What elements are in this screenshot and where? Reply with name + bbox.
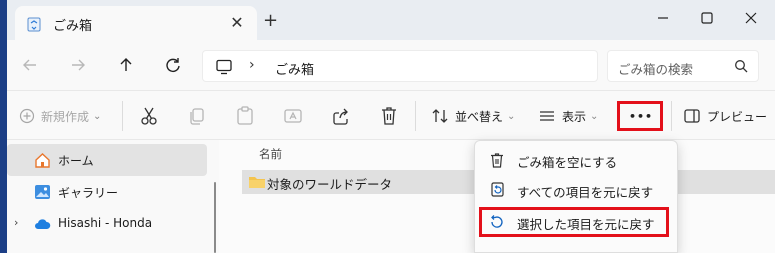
new-button[interactable]: 新規作成 ⌄: [19, 105, 101, 127]
recycle-bin-icon: [27, 17, 41, 32]
plus-circle-icon: [19, 108, 35, 124]
new-label: 新規作成: [41, 109, 90, 124]
tab-title: ごみ箱: [53, 19, 93, 34]
path-segment[interactable]: ごみ箱: [275, 59, 314, 78]
refresh-icon[interactable]: [162, 54, 184, 76]
minimize-icon[interactable]: [653, 8, 673, 28]
menu-item-restore-all[interactable]: すべての項目を元に戻す: [479, 175, 673, 205]
tab-recycle-bin[interactable]: ごみ箱 ✕: [15, 6, 257, 40]
sidebar-item-home[interactable]: ホーム: [7, 144, 207, 176]
sidebar-item-label: ギャラリー: [58, 186, 119, 200]
cloud-icon: [35, 219, 51, 229]
sidebar-item-label: Hisashi - Honda: [58, 216, 153, 230]
chevron-right-icon[interactable]: ›: [14, 216, 18, 229]
share-icon[interactable]: [331, 105, 351, 127]
maximize-icon[interactable]: [697, 8, 717, 28]
new-tab-icon[interactable]: +: [263, 12, 278, 30]
folder-icon: [249, 177, 265, 188]
chevron-down-icon: ⌄: [590, 110, 599, 122]
file-explorer-window: ごみ箱 ✕ + › ごみ箱 ごみ箱の検索 新規作成 ⌄ 並べ替え ⌄ 表示 ⌄ …: [7, 0, 775, 253]
sidebar-item-label: ホーム: [58, 154, 94, 168]
trash-icon: [491, 153, 503, 168]
menu-item-label: すべての項目を元に戻す: [517, 185, 654, 200]
view-label: 表示: [562, 109, 587, 124]
command-bar: 新規作成 ⌄ 並べ替え ⌄ 表示 ⌄ ••• プレビュー: [7, 90, 775, 140]
copy-icon[interactable]: [187, 105, 207, 127]
path-box[interactable]: › ごみ箱: [202, 50, 598, 82]
search-icon: [735, 60, 748, 73]
forward-arrow-icon[interactable]: [67, 54, 89, 76]
close-tab-icon[interactable]: ✕: [228, 14, 246, 32]
address-bar: › ごみ箱 ごみ箱の検索: [7, 40, 775, 90]
sort-label: 並べ替え: [455, 109, 504, 124]
back-arrow-icon[interactable]: [19, 54, 41, 76]
gallery-icon: [35, 185, 50, 199]
toolbar-divider: [122, 101, 123, 131]
sidebar-item-onedrive[interactable]: › Hisashi - Honda: [7, 208, 207, 240]
toolbar-divider: [671, 101, 672, 131]
preview-button[interactable]: プレビュー: [683, 105, 767, 127]
menu-item-empty-recycle-bin[interactable]: ごみ箱を空にする: [479, 145, 673, 175]
preview-pane-icon: [684, 109, 700, 123]
view-button[interactable]: 表示 ⌄: [538, 105, 598, 127]
toolbar-divider: [415, 101, 416, 131]
navigation-pane: ホーム ギャラリー › Hisashi - Honda: [7, 140, 219, 253]
chevron-right-icon[interactable]: ›: [249, 57, 255, 73]
title-bar: ごみ箱 ✕ +: [7, 0, 775, 40]
column-header-name[interactable]: 名前: [259, 146, 282, 162]
chevron-down-icon: ⌄: [93, 110, 102, 122]
home-icon: [35, 153, 50, 168]
sort-button[interactable]: 並べ替え ⌄: [431, 105, 515, 127]
scrollbar[interactable]: [214, 182, 216, 253]
computer-icon: [216, 59, 232, 75]
sidebar-item-gallery[interactable]: ギャラリー: [7, 176, 207, 208]
paste-icon[interactable]: [235, 105, 255, 127]
preview-label: プレビュー: [707, 109, 768, 124]
highlight-box-more: [617, 101, 663, 131]
more-options-menu: ごみ箱を空にする すべての項目を元に戻す 選択した項目を元に戻す: [474, 140, 678, 253]
highlight-box-restore-selected: [479, 207, 669, 237]
delete-icon[interactable]: [379, 105, 399, 127]
view-list-icon: [540, 111, 554, 121]
menu-item-label: ごみ箱を空にする: [517, 155, 618, 170]
up-arrow-icon[interactable]: [115, 54, 137, 76]
cut-icon[interactable]: [139, 105, 159, 127]
search-input[interactable]: ごみ箱の検索: [607, 50, 759, 82]
file-name: 対象のワールドデータ: [267, 177, 393, 192]
search-placeholder: ごみ箱の検索: [618, 62, 694, 77]
restore-all-icon: [491, 182, 504, 197]
chevron-down-icon: ⌄: [507, 110, 516, 122]
sort-icon: [432, 109, 448, 123]
close-window-icon[interactable]: [741, 8, 761, 28]
rename-icon[interactable]: [283, 105, 303, 127]
